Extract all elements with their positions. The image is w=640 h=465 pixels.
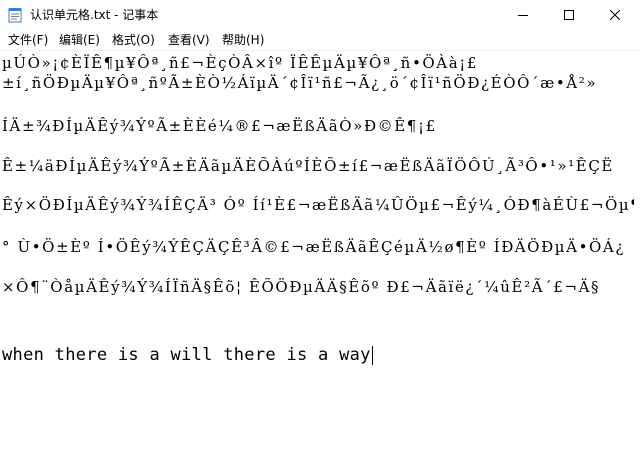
text-editor[interactable]: µÚÒ»¡¢ÈÏÊ¶µ¥Ôª¸ñ£¬ÈçÒÂ×îº ÏÊÊµÄµ¥Ôª¸ñ•ÖÀ… — [0, 50, 640, 465]
title-bar[interactable]: 认识单元格.txt - 记事本 — [0, 0, 640, 30]
maximize-icon — [564, 10, 574, 20]
notepad-window: 认识单元格.txt - 记事本 文件(F) 编辑(E) 格式(O) 查看(V) … — [0, 0, 640, 465]
maximize-button[interactable] — [546, 0, 592, 30]
menu-file[interactable]: 文件(F) — [6, 30, 50, 50]
close-icon — [610, 10, 620, 20]
text-line-5: Êý×ÖÐÍµÄÊý¾Ý¾ÍÊÇÄ³ Óº Íí¹È£¬æËßÄã¼ÛÖµ£¬Ê… — [2, 196, 634, 214]
menu-format[interactable]: 格式(O) — [110, 30, 157, 50]
english-sentence: when there is a will there is a way — [2, 345, 371, 365]
menu-edit[interactable]: 编辑(E) — [57, 30, 102, 50]
minimize-button[interactable] — [500, 0, 546, 30]
text-line-english: when there is a will there is a way — [2, 343, 634, 367]
menu-view[interactable]: 查看(V) — [166, 30, 212, 50]
close-button[interactable] — [592, 0, 638, 30]
text-line-2: ±í¸ñÖÐµÄµ¥Ôª¸ñºÃ±ÈÒ½ÁïµÄ´¢Îï¹ñ£¬Ã¿¸ö´¢Îï… — [2, 74, 598, 92]
text-caret — [371, 345, 373, 365]
menu-bar: 文件(F) 编辑(E) 格式(O) 查看(V) 帮助(H) — [0, 30, 640, 50]
text-line-4: Ê±¼äÐÍµÄÊý¾ÝºÃ±ÈÄãµÄÈÕÀúºÍÈÕ±í£¬æËßÄãÏÖÔ… — [2, 157, 614, 175]
menu-help[interactable]: 帮助(H) — [220, 30, 266, 50]
notepad-icon — [8, 7, 22, 23]
text-line-3: ÍÄ±¾ÐÍµÄÊý¾ÝºÃ±ÈÈé¼®£¬æËßÄãÒ»Ð©Ê¶¡£ — [2, 117, 437, 135]
text-line-6: ° Ù•Ö±Èº Í•ÖÊý¾ÝÊÇÄÇÊ³Â©£¬æËßÄãÊÇéµÄ½ø¶È… — [2, 238, 625, 256]
window-title: 认识单元格.txt - 记事本 — [30, 8, 159, 22]
text-line-7: ×Ô¶¨ÒåµÄÊý¾Ý¾ÍÏñÄ§Êõ¦ ÊÕÖÐµÄÄ§Êõº Ð£¬Äãï… — [2, 278, 601, 296]
minimize-icon — [518, 15, 528, 16]
